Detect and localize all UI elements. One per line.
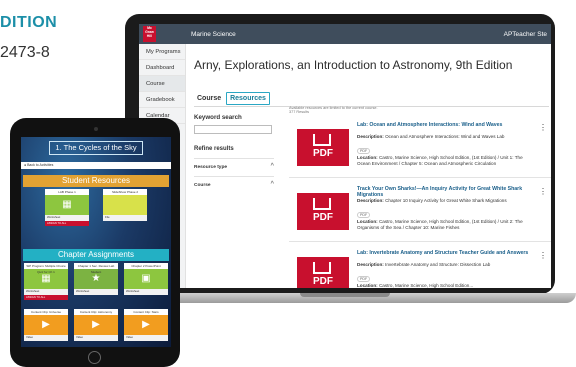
description-text: Invertebrate Anatomy and Structure: Diss… [385, 262, 491, 267]
description-label: Description: [357, 134, 384, 139]
result-card[interactable]: PDF Track Your Own Sharks!—An Inquiry Ac… [289, 184, 551, 242]
resource-card[interactable]: SlideShow Phase 2 File [103, 189, 147, 221]
more-options-icon[interactable]: ⋮ [539, 123, 547, 132]
star-icon: ★ [74, 269, 118, 289]
filter-resource-type[interactable]: Resource type ^ [194, 158, 274, 176]
pdf-label: PDF [313, 212, 333, 223]
assignment-card[interactable]: Content Clip: Universe ▶ Video [24, 309, 68, 341]
result-description: Description: Invertebrate Anatomy and St… [357, 262, 533, 268]
result-card[interactable]: PDF Lab: Ocean and Atmosphere Interactio… [289, 120, 551, 178]
chevron-up-icon: ^ [270, 163, 274, 169]
location-label: Location: [357, 219, 378, 224]
video-play-icon: ▶ [124, 315, 168, 335]
assignment-card-type: Worksheet [126, 289, 140, 293]
camera-icon [94, 127, 98, 131]
refine-results-label: Refine results [194, 146, 234, 152]
sidebar-item-gradebook[interactable]: Gradebook [139, 92, 185, 108]
resource-card-type: File [105, 215, 110, 219]
result-title[interactable]: Track Your Own Sharks!—An Inquiry Activi… [357, 186, 533, 198]
location-label: Location: [357, 283, 378, 288]
filter-course-label: Course [194, 183, 211, 188]
filter-resource-type-label: Resource type [194, 165, 228, 170]
unit-title: 1. The Cycles of the Sky [49, 141, 143, 155]
worksheet-icon: ▦ [45, 195, 89, 215]
assign-button[interactable]: ASSIGN TO ALL [24, 294, 68, 300]
assignment-card-type: Video [126, 335, 134, 339]
tab-resources[interactable]: Resources [226, 92, 270, 105]
file-icon [103, 195, 147, 215]
home-button[interactable] [88, 351, 101, 364]
results-count: 377 Results [289, 110, 310, 114]
laptop-notch [300, 293, 390, 297]
filter-course[interactable]: Course ^ [194, 176, 274, 194]
result-location: Location: Castro, Marine Science, High S… [357, 219, 533, 230]
file-type-badge: PDF [357, 276, 371, 282]
result-location: Location: Castro, Marine Science, High S… [357, 155, 533, 166]
tab-bar: Course Resources [194, 92, 270, 105]
keyword-search-input[interactable] [194, 125, 272, 134]
course-name: Marine Science [191, 31, 236, 38]
document-glyph-icon [313, 262, 331, 274]
description-label: Description: [357, 198, 384, 203]
pdf-label: PDF [313, 276, 333, 287]
chevron-up-icon: ^ [270, 181, 274, 187]
laptop-screen: Mc Graw Hill Marine Science APTeacher St… [139, 24, 551, 288]
tab-course[interactable]: Course [194, 93, 224, 104]
slides-icon: ▣ [124, 269, 168, 289]
file-type-badge: PDF [357, 212, 371, 218]
assignment-card[interactable]: Content Clip: Stars ▶ Video [124, 309, 168, 341]
page-title: Arny, Explorations, an Introduction to A… [194, 58, 513, 72]
user-menu[interactable]: APTeacher Ste [504, 31, 547, 38]
chapter-assignments-heading: Chapter Assignments [23, 249, 169, 261]
location-label: Location: [357, 155, 378, 160]
assignment-card[interactable]: Chapter 1 Sec. Review Lab Student ★ Work… [74, 263, 118, 295]
pdf-icon[interactable]: PDF [297, 257, 349, 288]
result-title[interactable]: Lab: Ocean and Atmosphere Interactions: … [357, 122, 533, 128]
more-options-icon[interactable]: ⋮ [539, 187, 547, 196]
brand-logo[interactable]: Mc Graw Hill [143, 26, 156, 42]
document-glyph-icon [313, 198, 331, 210]
resource-card[interactable]: LAB Phase 1 ▦ Worksheet ASSIGN TO ALL [45, 189, 89, 226]
document-glyph-icon [313, 134, 331, 146]
pdf-icon[interactable]: PDF [297, 129, 349, 166]
result-description: Description: Chapter 10 Inquiry Activity… [357, 198, 533, 204]
isbn-text: 2473-8 [0, 44, 50, 61]
result-description: Description: Ocean and Atmosphere Intera… [357, 134, 533, 140]
assignment-card-type: Video [76, 335, 84, 339]
assignment-card[interactable]: Chapter 2 PowerPoint ▣ Worksheet [124, 263, 168, 295]
assign-button[interactable]: ASSIGN TO ALL [45, 220, 89, 226]
result-title[interactable]: Lab: Invertebrate Anatomy and Structure … [357, 250, 533, 256]
location-text: Castro, Marine Science, High School Edit… [378, 283, 474, 288]
description-text: Ocean and Atmosphere Interactions: Wind … [385, 134, 505, 139]
top-bar: Mc Graw Hill Marine Science APTeacher St… [139, 24, 551, 44]
sidebar-item-my-programs[interactable]: My Programs [139, 44, 185, 60]
sidebar-item-dashboard[interactable]: Dashboard [139, 60, 185, 76]
video-play-icon: ▶ [74, 315, 118, 335]
result-card[interactable]: PDF Lab: Invertebrate Anatomy and Struct… [289, 248, 551, 288]
more-options-icon[interactable]: ⋮ [539, 251, 547, 260]
assignment-card[interactable]: Content Clip: Astronomy ▶ Video [74, 309, 118, 341]
student-resources-heading: Student Resources [23, 175, 169, 187]
keyword-search-label: Keyword search [194, 114, 242, 121]
results-list: Available resources are limited to the c… [289, 106, 551, 288]
sidebar-item-course[interactable]: Course [139, 76, 185, 92]
pdf-label: PDF [313, 148, 333, 159]
result-location: Location: Castro, Marine Science, High S… [357, 283, 533, 288]
file-type-badge: PDF [357, 148, 371, 154]
location-text: Castro, Marine Science, High School Edit… [357, 219, 523, 230]
video-play-icon: ▶ [24, 315, 68, 335]
location-text: Castro, Marine Science, High School Edit… [357, 155, 523, 166]
assignment-card-type: Video [26, 335, 34, 339]
back-to-activities-link[interactable]: ● Back to Activities [21, 162, 171, 169]
assignment-card[interactable]: SIP Program: Multiple Choice Quiz for Ch… [24, 263, 68, 300]
tablet-screen: 1. The Cycles of the Sky ● Back to Activ… [21, 137, 171, 347]
assignment-card-type: Worksheet [76, 289, 90, 293]
description-text: Chapter 10 Inquiry Activity for Great Wh… [385, 198, 507, 203]
edition-heading: DITION [0, 14, 58, 31]
description-label: Description: [357, 262, 384, 267]
worksheet-icon: ▦ [24, 269, 68, 289]
filter-panel: Keyword search Refine results Resource t… [194, 114, 274, 194]
pdf-icon[interactable]: PDF [297, 193, 349, 230]
